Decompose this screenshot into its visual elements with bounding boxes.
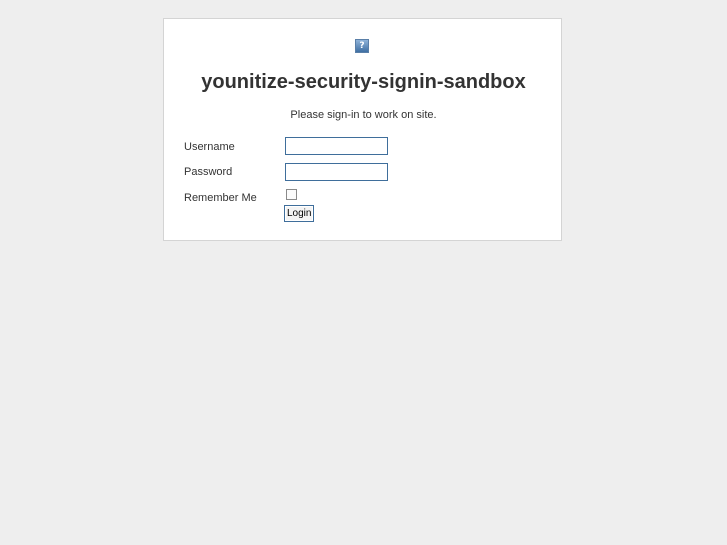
remember-me-checkbox[interactable]: [286, 189, 297, 200]
remember-me-label: Remember Me: [184, 192, 257, 204]
logo-glyph: ?: [359, 40, 365, 51]
password-label: Password: [184, 166, 233, 178]
password-field[interactable]: [285, 163, 388, 181]
login-button[interactable]: Login: [284, 205, 315, 222]
intro-text: Please sign-in to work on site.: [290, 109, 437, 121]
username-field[interactable]: [285, 137, 388, 155]
site-title: younitize-security-signin-sandbox: [201, 71, 526, 93]
signin-panel: ? younitize-security-signin-sandbox Plea…: [163, 18, 562, 241]
help-question-icon: ?: [355, 39, 369, 53]
username-label: Username: [184, 141, 235, 153]
